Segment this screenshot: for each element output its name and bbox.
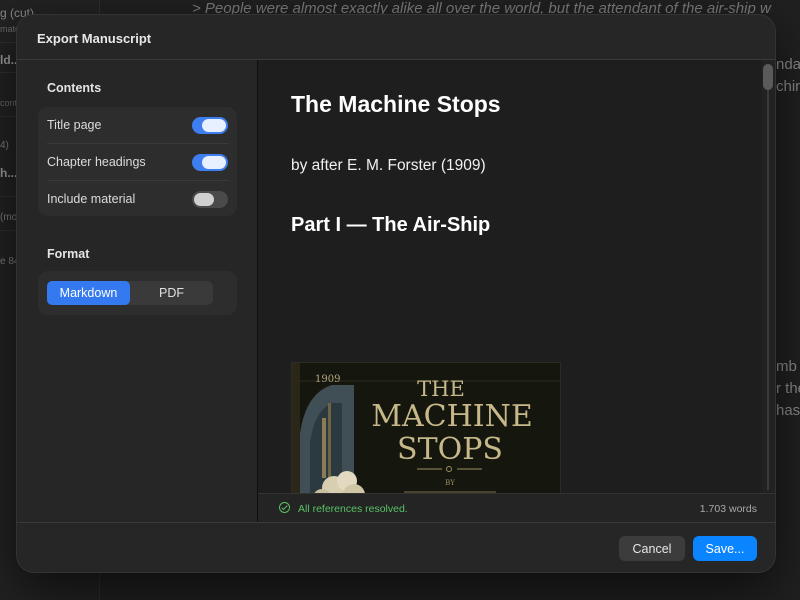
include-material-switch[interactable] xyxy=(192,191,228,208)
save-button[interactable]: Save... xyxy=(693,536,757,561)
export-dialog: Export Manuscript Contents Title page Ch… xyxy=(16,14,776,573)
options-panel: Contents Title page Chapter headings Inc… xyxy=(17,60,257,522)
footer-divider xyxy=(17,522,775,523)
toggle-row-title-page: Title page xyxy=(38,107,237,144)
background-text-fragment: r the xyxy=(776,380,800,397)
word-count: 1.703 words xyxy=(699,503,757,515)
toggle-row-chapter-headings: Chapter headings xyxy=(38,144,237,181)
switch-knob xyxy=(202,119,226,132)
toggle-label: Chapter headings xyxy=(47,155,146,169)
contents-section-label: Contents xyxy=(47,81,102,95)
bg-sidebar-item: (mo xyxy=(0,212,18,223)
check-circle-icon xyxy=(279,502,290,513)
cover-by: BY xyxy=(445,479,455,487)
contents-toggle-group: Title page Chapter headings Include mate… xyxy=(38,107,237,216)
format-option-pdf[interactable]: PDF xyxy=(130,281,213,305)
toggle-row-include-material: Include material xyxy=(38,181,237,218)
preview-scroll-thumb[interactable] xyxy=(763,64,773,90)
title-page-switch[interactable] xyxy=(192,117,228,134)
format-option-markdown[interactable]: Markdown xyxy=(47,281,130,305)
cover-image: 1909 THE MACHINE STOPS BY xyxy=(291,362,561,493)
chapter-headings-switch[interactable] xyxy=(192,154,228,171)
scrollbar-rail xyxy=(767,90,769,490)
background-text-fragment: has xyxy=(776,402,800,419)
toggle-label: Title page xyxy=(47,118,102,132)
background-text-fragment: chin xyxy=(776,78,800,95)
cover-line1: THE xyxy=(417,377,465,401)
toggle-label: Include material xyxy=(47,192,136,206)
cover-line2: MACHINE xyxy=(371,399,533,434)
cover-artwork: 1909 THE MACHINE STOPS BY xyxy=(292,363,560,493)
format-group: Markdown PDF xyxy=(38,271,237,315)
status-message: All references resolved. xyxy=(298,503,408,515)
cancel-button[interactable]: Cancel xyxy=(619,536,685,561)
preview-author: by after E. M. Forster (1909) xyxy=(291,157,486,174)
preview-scrollbar[interactable] xyxy=(762,60,775,493)
cover-line3: STOPS xyxy=(397,432,503,467)
format-segmented-control: Markdown PDF xyxy=(47,281,213,305)
bg-sidebar-item: 4) xyxy=(0,140,9,151)
cover-year: 1909 xyxy=(315,374,340,385)
export-preview[interactable]: The Machine Stops by after E. M. Forster… xyxy=(258,60,775,493)
format-section-label: Format xyxy=(47,247,90,261)
dialog-title: Export Manuscript xyxy=(37,31,152,46)
preview-title: The Machine Stops xyxy=(291,91,501,117)
background-text-fragment: mb xyxy=(776,358,797,375)
switch-knob xyxy=(194,193,214,206)
background-text-fragment: nda xyxy=(776,56,800,73)
bg-sidebar-item: h... xyxy=(0,166,18,180)
preview-part-heading: Part I — The Air-Ship xyxy=(291,214,491,236)
switch-knob xyxy=(202,156,226,169)
preview-status-bar: All references resolved. 1.703 words xyxy=(258,493,775,522)
